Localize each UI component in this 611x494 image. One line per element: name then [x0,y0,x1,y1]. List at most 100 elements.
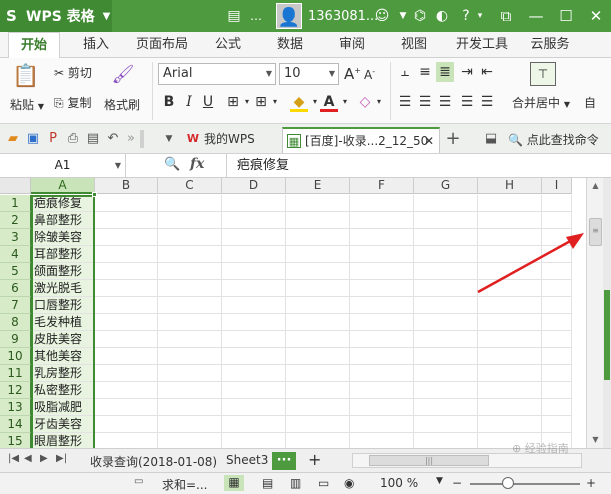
cell-b15[interactable] [95,433,158,448]
merge-center-icon[interactable]: ⊤ [530,62,556,86]
cell-g6[interactable] [414,280,478,297]
skin-icon[interactable]: ◐ [432,6,452,26]
cell-f3[interactable] [350,229,414,246]
cell-i10[interactable] [542,348,572,365]
cell-e11[interactable] [286,365,350,382]
spreadsheet-grid[interactable]: ABCDEFGHI 1 疤痕修复 2 鼻部整形 3 除皱美容 4 耳部整形 5 颌面整形 6 激光脱毛… [0,178,586,448]
cell-g7[interactable] [414,297,478,314]
cell-b4[interactable] [95,246,158,263]
tab-developer[interactable]: 开发工具 [450,32,514,58]
tab-my-wps[interactable]: W 我的WPS [182,127,278,153]
scroll-thumb[interactable]: ||| [369,455,489,466]
cell-c11[interactable] [158,365,222,382]
font-name-select[interactable]: Arial ▼ [158,63,276,85]
cell-i11[interactable] [542,365,572,382]
cell-f6[interactable] [350,280,414,297]
cell-d15[interactable] [222,433,286,448]
print-icon[interactable]: ⎙ [64,130,82,148]
format-painter-button[interactable]: 格式刷 [104,96,140,113]
cell-h8[interactable] [478,314,542,331]
cell-d11[interactable] [222,365,286,382]
row-header[interactable]: 3 [0,229,31,246]
chevron-down-icon[interactable]: ▾ [336,92,354,112]
cell-a15[interactable]: 眼眉整形 [31,433,95,448]
cell-e5[interactable] [286,263,350,280]
tab-list-icon[interactable]: ⬓ [482,130,500,148]
cell-a7[interactable]: 口唇整形 [31,297,95,314]
undo-icon[interactable]: ↶ [104,130,122,148]
save-icon[interactable]: ▣ [24,130,42,148]
pdf-icon[interactable]: P [44,130,62,148]
row-header[interactable]: 7 [0,297,31,314]
close-icon[interactable]: ✕ [581,0,611,32]
cell-b13[interactable] [95,399,158,416]
cell-i9[interactable] [542,331,572,348]
cell-f11[interactable] [350,365,414,382]
cell-f10[interactable] [350,348,414,365]
cell-d8[interactable] [222,314,286,331]
sheet-tab-sheet3[interactable]: Sheet3 [226,453,268,467]
cell-b9[interactable] [95,331,158,348]
distributed-icon[interactable]: ☰ [478,92,496,112]
cell-c3[interactable] [158,229,222,246]
cell-c14[interactable] [158,416,222,433]
cell-b7[interactable] [95,297,158,314]
cell-e1[interactable] [286,195,350,212]
cell-i1[interactable] [542,195,572,212]
cell-b6[interactable] [95,280,158,297]
scroll-down-icon[interactable]: ▼ [587,432,604,448]
cell-b2[interactable] [95,212,158,229]
cell-d12[interactable] [222,382,286,399]
cell-c5[interactable] [158,263,222,280]
cell-i8[interactable] [542,314,572,331]
cell-i5[interactable] [542,263,572,280]
cell-i6[interactable] [542,280,572,297]
align-center-icon[interactable]: ☰ [416,92,434,112]
vertical-scrollbar[interactable]: ▲ ≡ ▼ [586,178,603,448]
macro-icon[interactable]: ▭ [134,476,143,487]
cell-a12[interactable]: 私密整形 [31,382,95,399]
cell-h7[interactable] [478,297,542,314]
app-menu-button[interactable]: S WPS 表格 ▼ [0,0,112,32]
cell-a10[interactable]: 其他美容 [31,348,95,365]
cell-i3[interactable] [542,229,572,246]
copy-button[interactable]: ⎘ 复制 [54,94,91,111]
cell-g2[interactable] [414,212,478,229]
cell-h9[interactable] [478,331,542,348]
cell-i2[interactable] [542,212,572,229]
cell-b12[interactable] [95,382,158,399]
merge-center-button[interactable]: 合并居中 ▼ [512,94,570,111]
paste-button[interactable]: 粘贴 ▼ [10,96,44,113]
close-tab-icon[interactable]: ✕ [424,129,434,153]
open-folder-icon[interactable]: ▰ [4,130,22,148]
cell-g9[interactable] [414,331,478,348]
tab-data[interactable]: 数据 [270,32,310,58]
prev-sheet-icon[interactable]: ◀ [24,453,32,464]
cell-a5[interactable]: 颌面整形 [31,263,95,280]
tab-insert[interactable]: 插入 [76,32,116,58]
cell-e2[interactable] [286,212,350,229]
tab-formula[interactable]: 公式 [208,32,248,58]
cell-a13[interactable]: 吸脂减肥 [31,399,95,416]
cell-h3[interactable] [478,229,542,246]
first-sheet-icon[interactable]: |◀ [8,453,19,464]
zoom-in-button[interactable]: + [586,476,596,490]
normal-view-icon[interactable]: ▦ [224,475,244,491]
cell-g1[interactable] [414,195,478,212]
cell-i4[interactable] [542,246,572,263]
column-header-a[interactable]: A [31,178,95,194]
cell-f14[interactable] [350,416,414,433]
cell-g10[interactable] [414,348,478,365]
eye-protect-icon[interactable]: ◉ [344,476,354,490]
cell-g12[interactable] [414,382,478,399]
font-size-select[interactable]: 10 ▼ [279,63,339,85]
restore-window-icon[interactable]: ⧉ [491,0,521,32]
cell-f12[interactable] [350,382,414,399]
cell-b3[interactable] [95,229,158,246]
more-sheets-button[interactable]: ··· [272,452,296,470]
fx-icon[interactable]: fx [190,156,204,172]
row-header[interactable]: 12 [0,382,31,399]
cell-g15[interactable] [414,433,478,448]
cell-i7[interactable] [542,297,572,314]
align-top-icon[interactable]: ⫠ [396,62,414,82]
